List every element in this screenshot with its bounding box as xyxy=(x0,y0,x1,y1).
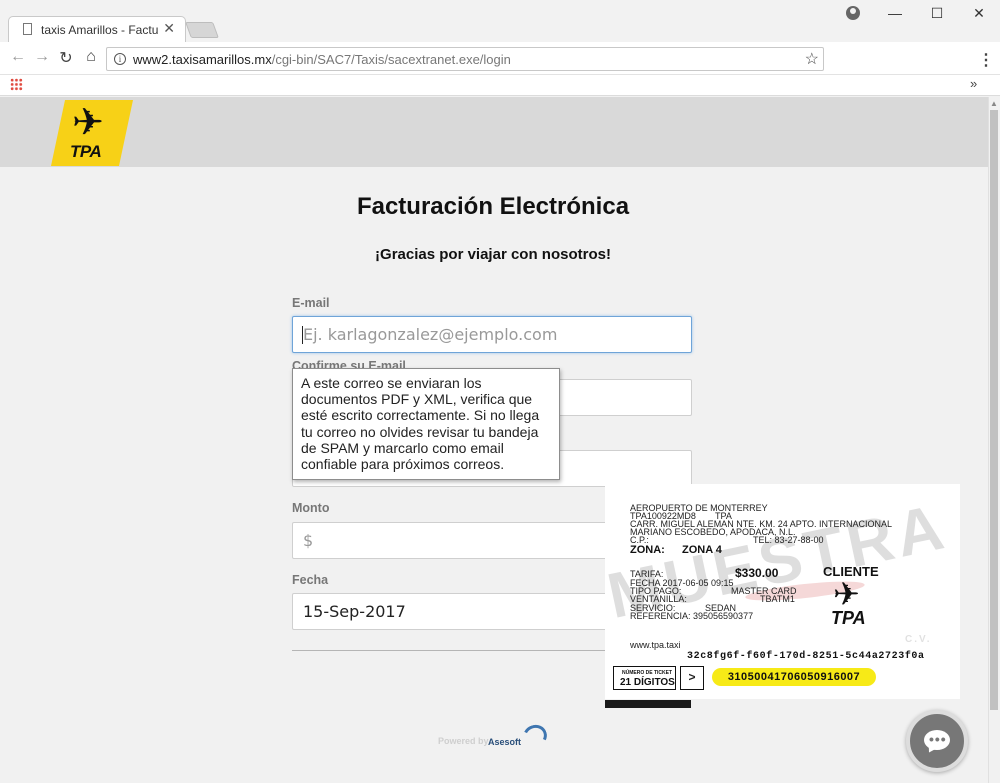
minimize-icon[interactable]: — xyxy=(880,5,910,25)
ticket-tpa-logo: TPA xyxy=(831,608,866,628)
ticket-line: REFERENCIA: 395056590377 xyxy=(630,611,754,621)
ticket-box-caption: NÚMERO DE TICKET xyxy=(622,670,672,676)
scroll-up-icon[interactable]: ▲ xyxy=(990,99,998,108)
scrollbar-thumb[interactable] xyxy=(990,110,998,710)
ticket-box-digits: 21 DÍGITOS xyxy=(620,677,675,688)
tab-close-icon[interactable]: ✕ xyxy=(163,20,175,37)
forward-icon[interactable]: → xyxy=(32,48,52,66)
airplane-icon: ✈ xyxy=(72,102,104,144)
email-field[interactable]: Ej. karlagonzalez@ejemplo.com xyxy=(292,316,692,353)
tab-title: taxis Amarillos - Facturac xyxy=(41,23,159,37)
new-tab-button[interactable] xyxy=(185,22,219,38)
ticket-digits-box: NÚMERO DE TICKET 21 DÍGITOS xyxy=(613,666,676,690)
ticket-line: TBATM1 xyxy=(760,594,795,604)
address-bar[interactable]: i www2.taxisamarillos.mx/cgi-bin/SAC7/Ta… xyxy=(106,47,824,71)
page-header xyxy=(0,97,988,167)
asesoft-text[interactable]: Asesoft xyxy=(488,737,521,747)
bookmark-star-icon[interactable]: ☆ xyxy=(805,49,819,69)
bookmarks-bar: » xyxy=(0,75,1000,96)
ticket-sample-image: MUESTRA C.V. AEROPUERTO DE MONTERREY TPA… xyxy=(605,484,960,699)
text-caret xyxy=(302,326,303,344)
email-label: E-mail xyxy=(292,296,330,310)
back-icon[interactable]: ← xyxy=(8,48,28,66)
logo-text: TPA xyxy=(70,142,102,161)
maximize-icon[interactable]: ☐ xyxy=(922,5,952,25)
browser-toolbar: ← → ↻ ⌂ i www2.taxisamarillos.mx/cgi-bin… xyxy=(0,42,1000,75)
document-icon xyxy=(23,23,32,35)
apps-icon[interactable] xyxy=(10,78,23,91)
ticket-airplane-icon: ✈ xyxy=(833,576,860,612)
close-window-icon[interactable]: ✕ xyxy=(964,5,994,25)
ticket-line: TEL: 83-27-88-00 xyxy=(753,535,824,545)
ticket-website: www.tpa.taxi xyxy=(630,640,681,650)
asesoft-logo-icon xyxy=(519,721,551,751)
browser-titlebar: taxis Amarillos - Facturac ✕ — ☐ ✕ xyxy=(0,0,1000,43)
chat-dots-icon: ••• xyxy=(929,731,947,747)
ticket-watermark-small: C.V. xyxy=(905,634,932,645)
ticket-zona-label: ZONA: xyxy=(630,544,665,556)
page-subtitle: ¡Gracias por viajar con nosotros! xyxy=(375,246,611,263)
browser-tab[interactable]: taxis Amarillos - Facturac ✕ xyxy=(8,16,186,43)
ticket-uuid: 32c8fg6f-f60f-170d-8251-5c44a2723f0a xyxy=(687,651,925,662)
ticket-number: 31050041706050916007 xyxy=(712,668,876,686)
fecha-label: Fecha xyxy=(292,573,329,587)
reload-icon[interactable]: ↻ xyxy=(56,48,76,68)
browser-menu-icon[interactable]: ⋮ xyxy=(978,50,994,70)
ticket-bottom-bar xyxy=(605,700,691,708)
home-icon[interactable]: ⌂ xyxy=(81,48,101,66)
ticket-amount: $330.00 xyxy=(735,566,779,580)
page-title: Facturación Electrónica xyxy=(356,193,630,220)
ticket-arrow: > xyxy=(680,666,704,690)
url-text: www2.taxisamarillos.mx/cgi-bin/SAC7/Taxi… xyxy=(133,52,511,67)
monto-label: Monto xyxy=(292,501,330,515)
email-tooltip: A este correo se enviaran los documentos… xyxy=(292,368,560,480)
ticket-zona-value: ZONA 4 xyxy=(682,544,722,556)
powered-by-text: Powered by xyxy=(438,736,489,746)
bookmarks-overflow-icon[interactable]: » xyxy=(970,76,977,91)
chat-button[interactable]: ••• xyxy=(906,710,968,772)
site-info-icon[interactable]: i xyxy=(114,53,126,65)
profile-icon[interactable] xyxy=(846,6,860,20)
